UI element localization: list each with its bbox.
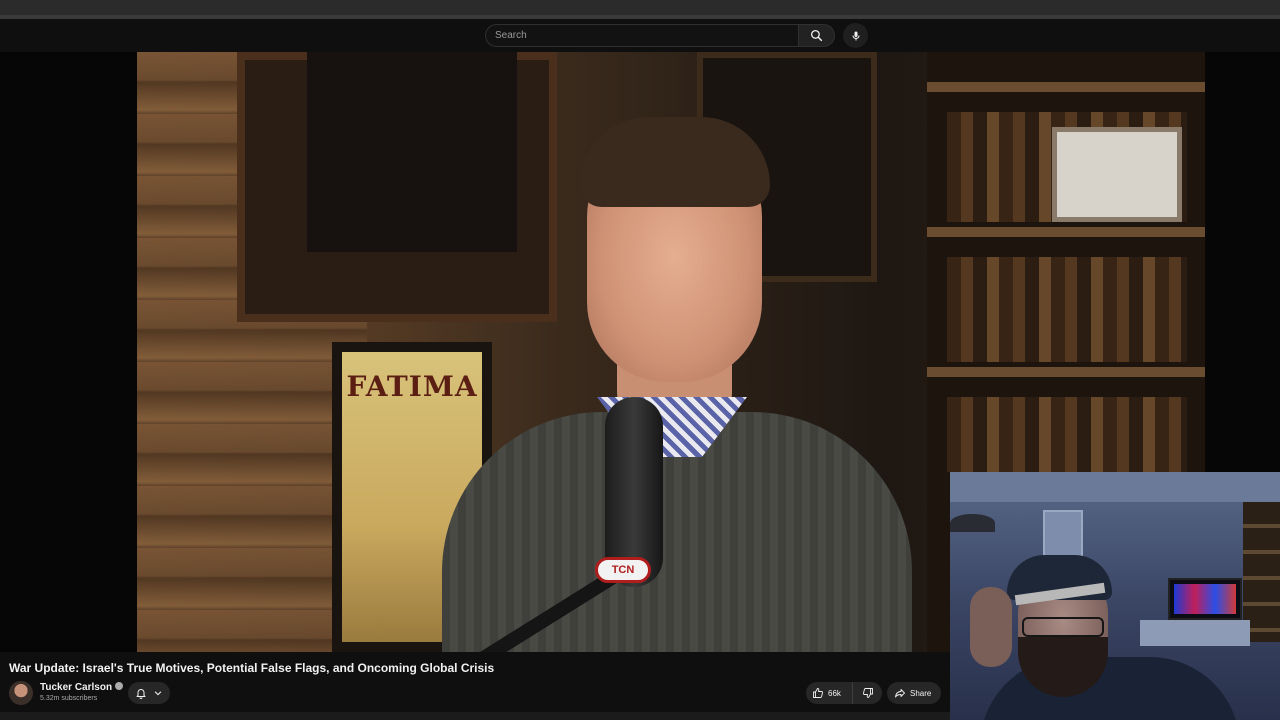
dislike-button[interactable] (853, 682, 882, 704)
share-label: Share (910, 688, 932, 698)
webcam-overlay (950, 472, 1280, 720)
search-input[interactable] (486, 25, 798, 46)
video-scene-photo (1052, 127, 1182, 222)
verified-icon (115, 682, 124, 691)
webcam-person (970, 527, 1240, 720)
mic-badge: TCN (595, 557, 651, 583)
voice-search-button[interactable] (843, 23, 868, 48)
share-arrow-icon (895, 689, 905, 698)
thumbs-down-icon (862, 688, 873, 698)
video-title: War Update: Israel's True Motives, Poten… (9, 661, 495, 675)
channel-name[interactable]: Tucker Carlson (40, 682, 112, 693)
app-window: FATIMA TCN (0, 0, 1280, 720)
subscriber-count: 5.32m subscribers (40, 695, 98, 702)
notification-bell-button[interactable] (128, 682, 170, 704)
search-icon (810, 29, 823, 42)
chevron-down-icon (155, 691, 162, 696)
thumbs-up-icon (813, 688, 824, 698)
like-dislike-group: 66k (806, 682, 882, 704)
search-button[interactable] (798, 24, 835, 47)
video-info: War Update: Israel's True Motives, Poten… (0, 652, 950, 720)
page-bottom-edge (0, 712, 950, 720)
browser-top-strip (0, 0, 1280, 16)
like-button[interactable]: 66k (806, 682, 853, 704)
like-count: 66k (828, 688, 841, 698)
bell-icon (136, 689, 146, 699)
channel-avatar[interactable] (9, 681, 33, 705)
webcam-glasses (1022, 617, 1104, 637)
search-box[interactable] (485, 24, 798, 47)
video-scene-person: TCN (402, 112, 942, 652)
microphone-icon (852, 31, 859, 40)
share-button[interactable]: Share (887, 682, 941, 704)
masthead (0, 19, 1280, 52)
channel-name-row[interactable]: Tucker Carlson (40, 682, 124, 693)
